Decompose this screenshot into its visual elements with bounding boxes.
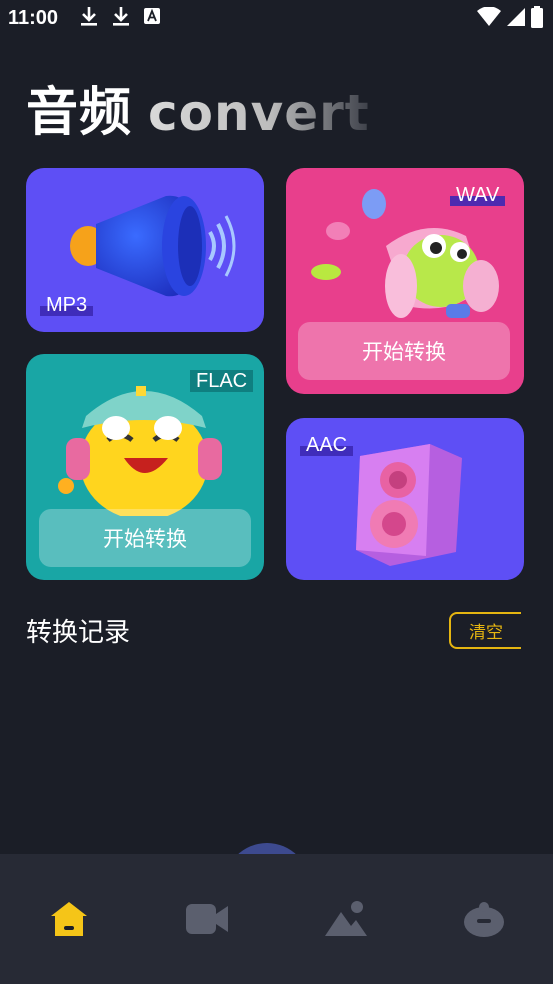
mp3-card[interactable]: MP3 — [26, 168, 264, 332]
loudspeaker-box-icon — [346, 440, 476, 574]
battery-icon — [531, 6, 543, 32]
bottom-nav — [0, 854, 553, 984]
status-time: 11:00 — [8, 6, 59, 29]
flac-card[interactable]: FLAC 开始转换 — [26, 354, 264, 580]
clear-button[interactable]: 清空 — [449, 612, 521, 649]
nav-image[interactable] — [277, 854, 415, 984]
wifi-icon — [477, 6, 501, 31]
video-icon — [186, 902, 229, 936]
wav-card[interactable]: WAV 开始转换 — [286, 168, 524, 394]
status-bar: 11:00 — [0, 0, 553, 36]
nav-video[interactable] — [138, 854, 276, 984]
text-a-icon — [144, 8, 161, 28]
nav-home[interactable] — [0, 854, 138, 984]
signal-icon — [507, 8, 525, 30]
speaker-horn-icon — [66, 184, 236, 312]
aac-card[interactable]: AAC — [286, 418, 524, 580]
status-system-icons — [477, 6, 543, 32]
frog-horn-icon — [306, 186, 506, 340]
profile-icon — [463, 901, 505, 937]
home-icon — [49, 900, 89, 938]
download-icon — [112, 6, 130, 30]
download-icon — [80, 6, 98, 30]
mp3-label: MP3 — [40, 294, 94, 316]
wav-start-button[interactable]: 开始转换 — [298, 322, 510, 380]
status-notification-icons — [80, 6, 161, 30]
flac-start-button[interactable]: 开始转换 — [39, 509, 251, 567]
image-icon — [324, 900, 367, 938]
title-english: convert — [148, 84, 370, 142]
nav-profile[interactable] — [415, 854, 553, 984]
headphone-character-icon — [56, 376, 226, 520]
title-chinese: 音频 — [26, 83, 133, 143]
app-title: 音频 convert — [26, 70, 370, 143]
history-title: 转换记录 — [26, 618, 131, 648]
